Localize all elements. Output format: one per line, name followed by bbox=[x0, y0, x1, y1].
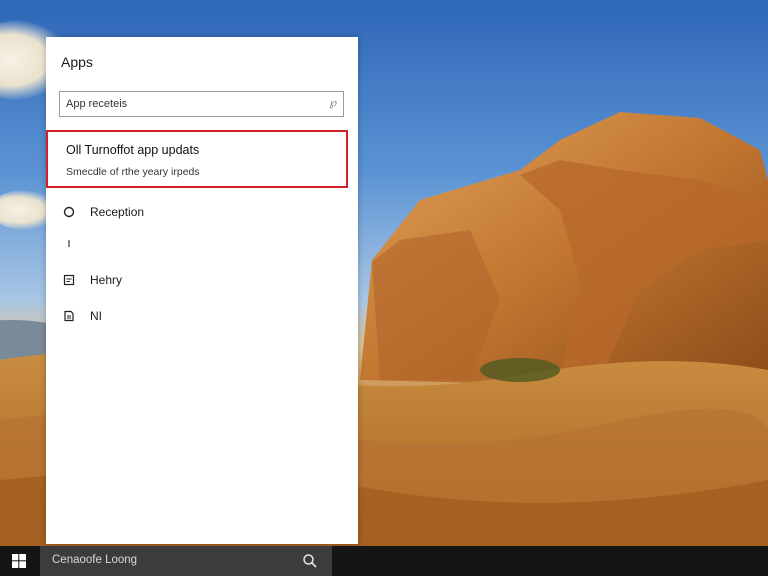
highlighted-item-subtitle: Smecdle of rthe yeary irpeds bbox=[66, 166, 200, 178]
highlighted-setting-item[interactable]: Oll Turnoffot app updats Smecdle of rthe… bbox=[46, 130, 348, 188]
search-icon[interactable] bbox=[302, 553, 318, 569]
list-item-reception[interactable]: Reception bbox=[62, 203, 332, 223]
document-icon bbox=[62, 273, 76, 287]
highlighted-item-title: Oll Turnoffot app updats bbox=[66, 143, 200, 157]
list-item-blank[interactable] bbox=[62, 235, 332, 255]
list-item-label: NI bbox=[90, 309, 102, 323]
page-icon bbox=[62, 309, 76, 323]
list-item-ni[interactable]: NI bbox=[62, 307, 332, 327]
list-item-label: Reception bbox=[90, 205, 145, 219]
panel-title: Apps bbox=[61, 54, 93, 70]
search-icon[interactable]: ℘ bbox=[329, 96, 337, 109]
taskbar-search-box[interactable]: Cenaoofe Loong bbox=[40, 546, 332, 576]
small-mark-icon bbox=[62, 237, 76, 251]
app-search-input[interactable] bbox=[66, 95, 316, 113]
windows-logo-icon bbox=[12, 554, 26, 568]
taskbar-search-text: Cenaoofe Loong bbox=[52, 554, 138, 566]
app-search-box[interactable]: ℘ bbox=[59, 91, 344, 117]
list-item-hehry[interactable]: Hehry bbox=[62, 271, 332, 291]
start-button[interactable] bbox=[0, 546, 38, 576]
apps-panel: Apps ℘ Oll Turnoffot app updats Smecdle … bbox=[46, 37, 358, 544]
circle-icon bbox=[62, 205, 76, 219]
taskbar: Cenaoofe Loong bbox=[0, 546, 768, 576]
list-item-label: Hehry bbox=[90, 273, 123, 287]
